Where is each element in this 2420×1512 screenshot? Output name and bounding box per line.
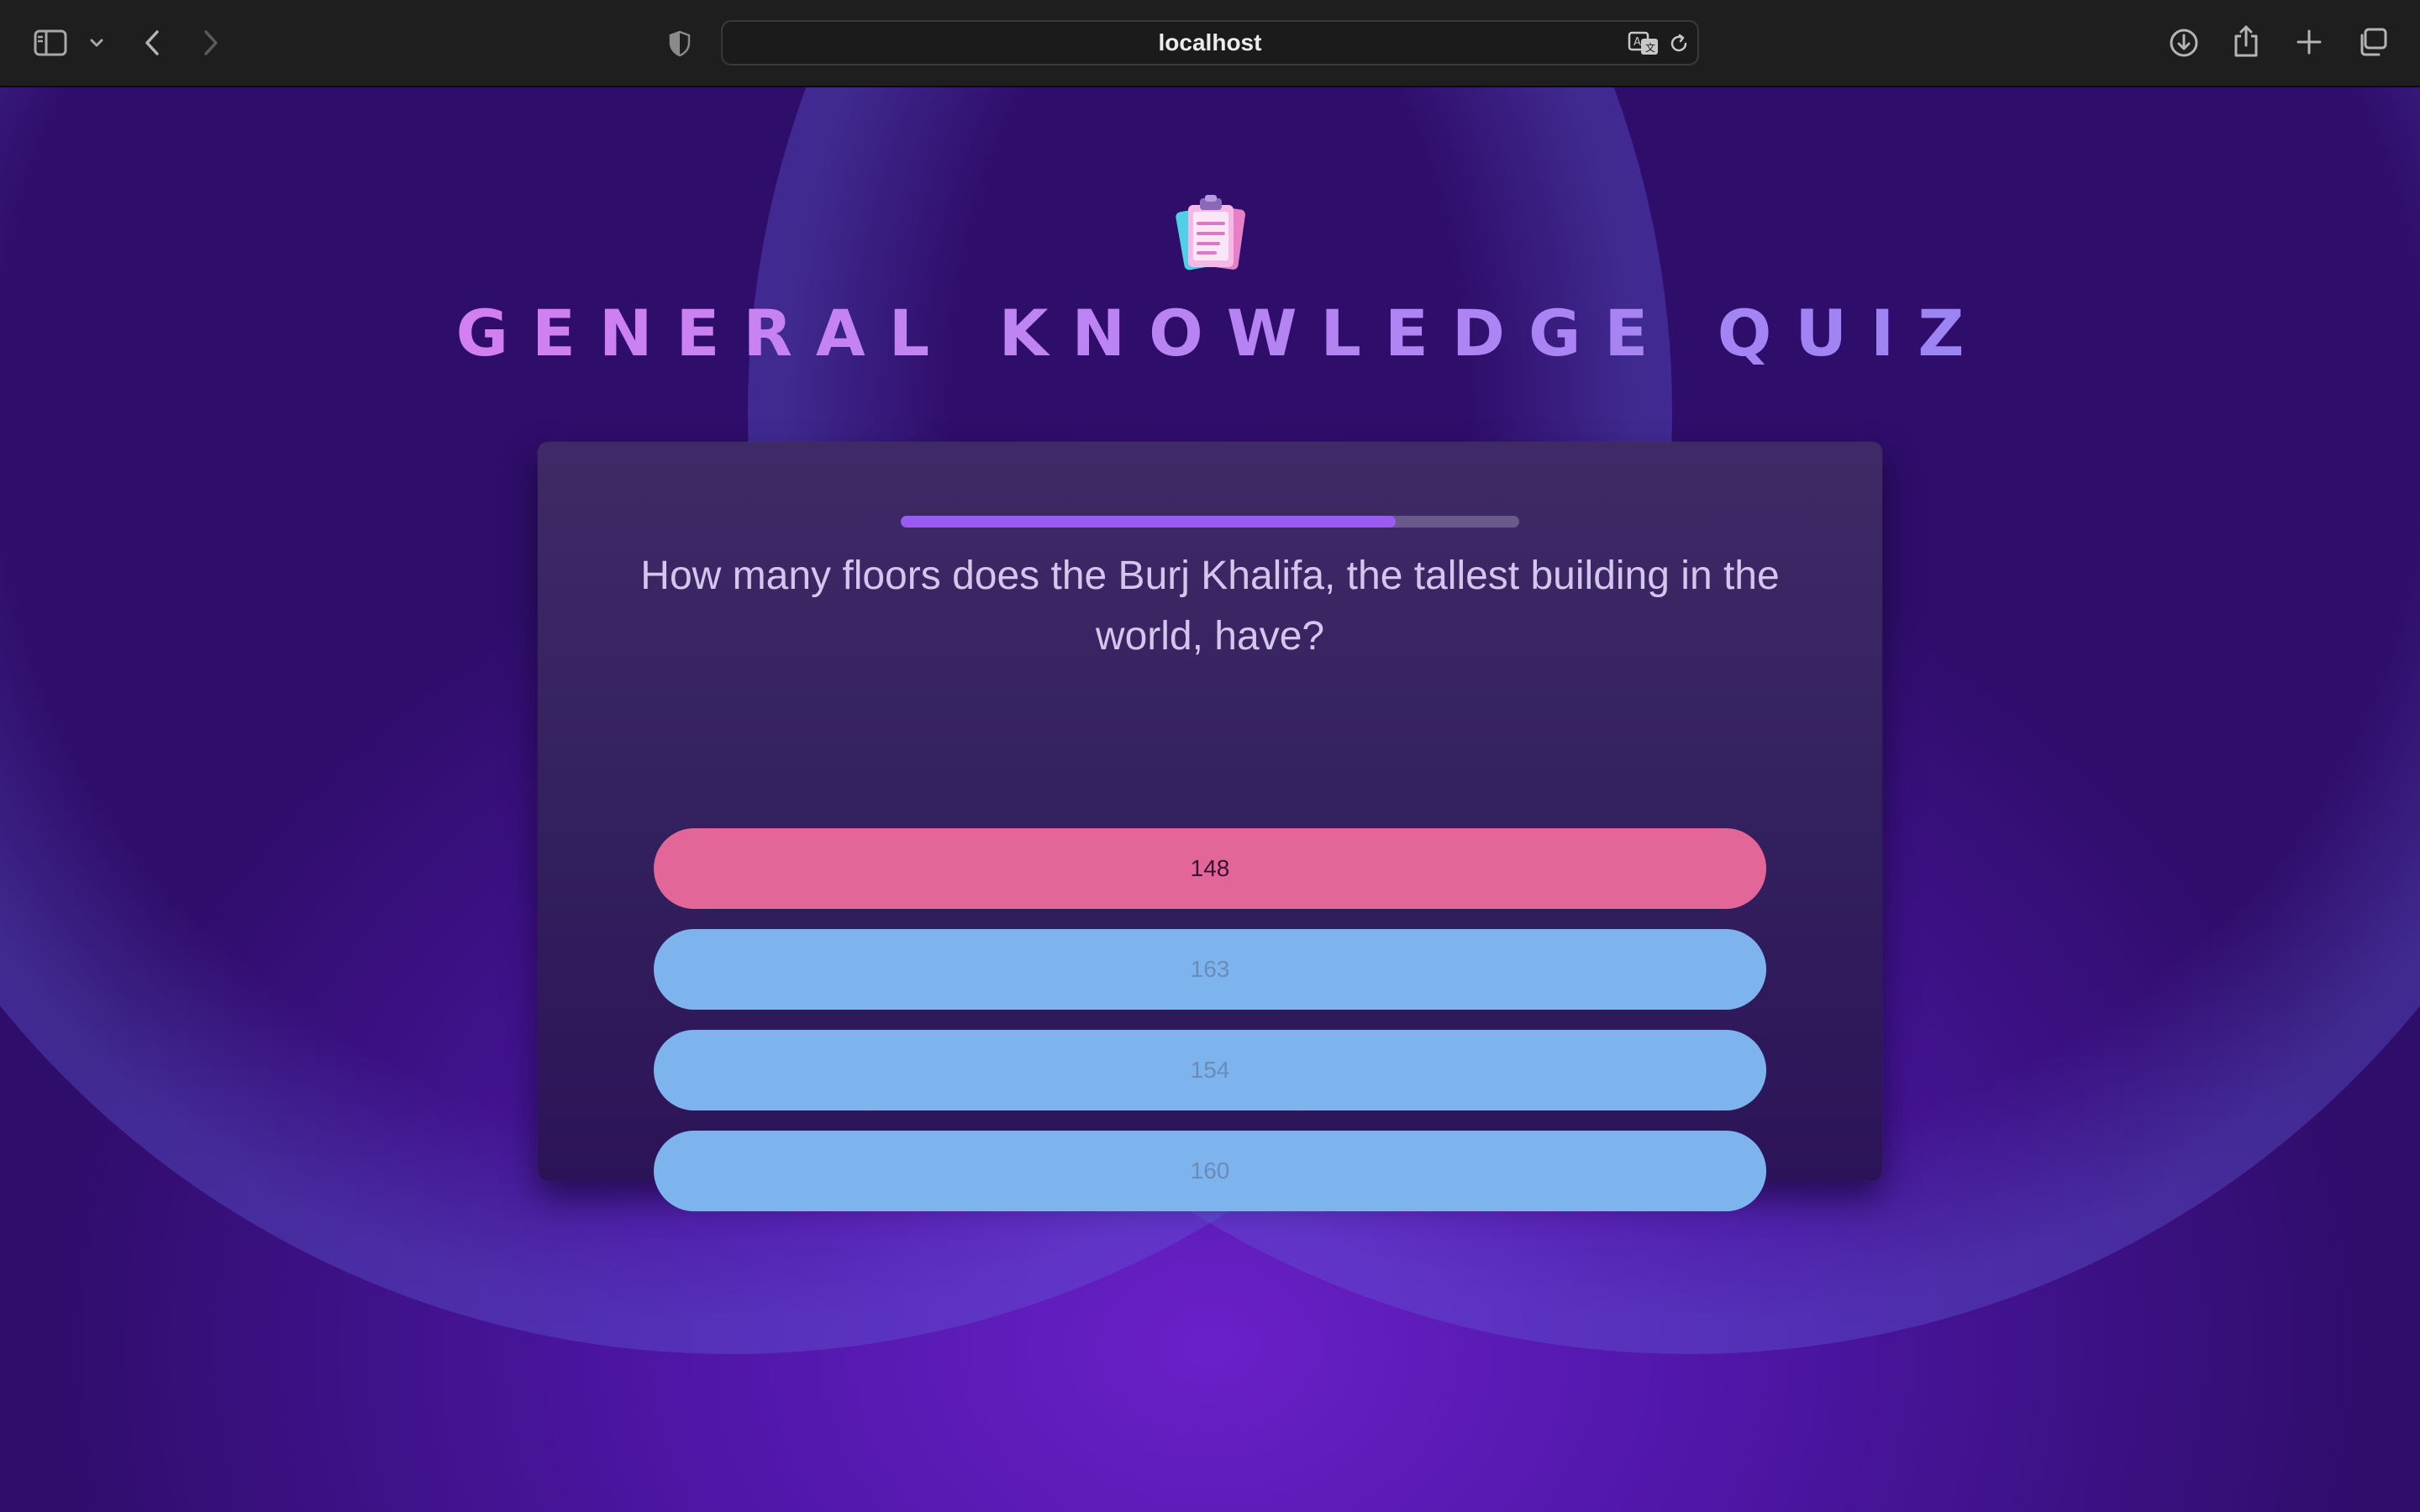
url-text: localhost bbox=[1158, 29, 1262, 55]
progress-bar bbox=[901, 516, 1519, 528]
svg-text:文: 文 bbox=[1645, 41, 1655, 54]
sidebar-icon[interactable] bbox=[34, 29, 67, 57]
chevron-left-icon[interactable] bbox=[139, 27, 165, 59]
chevron-down-icon[interactable] bbox=[87, 34, 106, 52]
svg-text:A: A bbox=[1634, 36, 1641, 49]
browser-toolbar: localhost A 文 bbox=[0, 0, 2420, 87]
share-icon[interactable] bbox=[2232, 24, 2260, 59]
answer-option-3[interactable]: 154 bbox=[654, 1030, 1766, 1110]
progress-fill bbox=[901, 516, 1396, 528]
question-text: How many floors does the Burj Khalifa, t… bbox=[640, 554, 1780, 659]
page-title: GENERAL KNOWLEDGE QUIZ bbox=[0, 296, 2420, 370]
answer-option-1[interactable]: 148 bbox=[654, 828, 1766, 909]
translate-icon[interactable]: A 文 bbox=[1627, 30, 1660, 57]
reload-icon[interactable] bbox=[1667, 32, 1691, 55]
question-card: How many floors does the Burj Khalifa, t… bbox=[538, 442, 1882, 1211]
answer-option-4[interactable]: 160 bbox=[654, 1131, 1766, 1211]
quiz-page: GENERAL KNOWLEDGE QUIZ How many floors d… bbox=[0, 87, 2420, 1512]
address-bar[interactable]: localhost A 文 bbox=[721, 20, 1699, 66]
answer-option-2[interactable]: 163 bbox=[654, 929, 1766, 1010]
clipboard-icon bbox=[1168, 190, 1252, 277]
tabs-overview-icon[interactable] bbox=[2356, 27, 2388, 57]
download-icon[interactable] bbox=[2168, 27, 2200, 59]
shield-icon[interactable] bbox=[667, 29, 692, 59]
plus-icon[interactable] bbox=[2294, 27, 2324, 57]
chevron-right-icon[interactable] bbox=[198, 27, 224, 59]
